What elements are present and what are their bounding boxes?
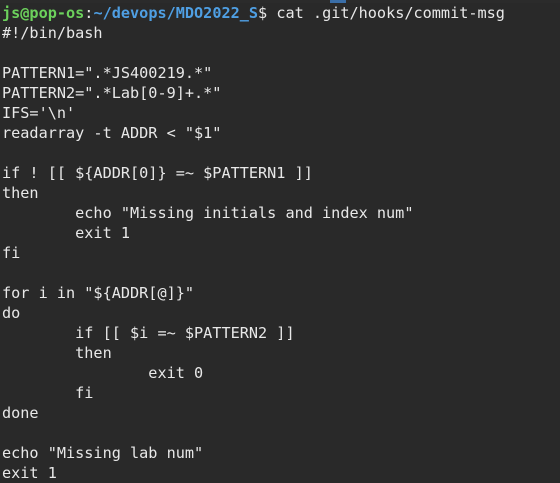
output-line: #!/bin/bash: [2, 24, 103, 42]
output-line: do: [2, 304, 21, 322]
prompt-user-host: js@pop-os: [2, 4, 85, 22]
terminal-window[interactable]: js@pop-os:~/devops/MDO2022_S$ cat .git/h…: [0, 0, 560, 483]
output-line: echo "Missing lab num": [2, 444, 204, 462]
output-line: PATTERN1=".*JS400219.*": [2, 64, 213, 82]
prompt-line: js@pop-os:~/devops/MDO2022_S$ cat .git/h…: [2, 3, 560, 23]
output-line: fi: [2, 244, 21, 262]
output-line: readarray -t ADDR < "$1": [2, 124, 222, 142]
output-line: IFS='\n': [2, 104, 76, 122]
output-line: exit 1: [2, 224, 131, 242]
output-line: fi: [2, 384, 94, 402]
terminal-output: js@pop-os:~/devops/MDO2022_S$ cat .git/h…: [2, 3, 560, 483]
output-line: for i in "${ADDR[@]}": [2, 284, 195, 302]
output-line: exit 1: [2, 464, 57, 482]
output-line: done: [2, 404, 39, 422]
output-line: then: [2, 344, 112, 362]
output-line: exit 0: [2, 364, 204, 382]
prompt-symbol: $: [258, 4, 268, 22]
output-line: PATTERN2=".*Lab[0-9]+.*": [2, 84, 222, 102]
output-line: if ! [[ ${ADDR[0]} =~ $PATTERN1 ]]: [2, 164, 313, 182]
prompt-command: cat .git/hooks/commit-msg: [267, 4, 505, 22]
output-line: if [[ $i =~ $PATTERN2 ]]: [2, 324, 295, 342]
output-line: then: [2, 184, 39, 202]
prompt-path: ~/devops/MDO2022_S: [93, 4, 259, 22]
output-line: echo "Missing initials and index num": [2, 204, 414, 222]
